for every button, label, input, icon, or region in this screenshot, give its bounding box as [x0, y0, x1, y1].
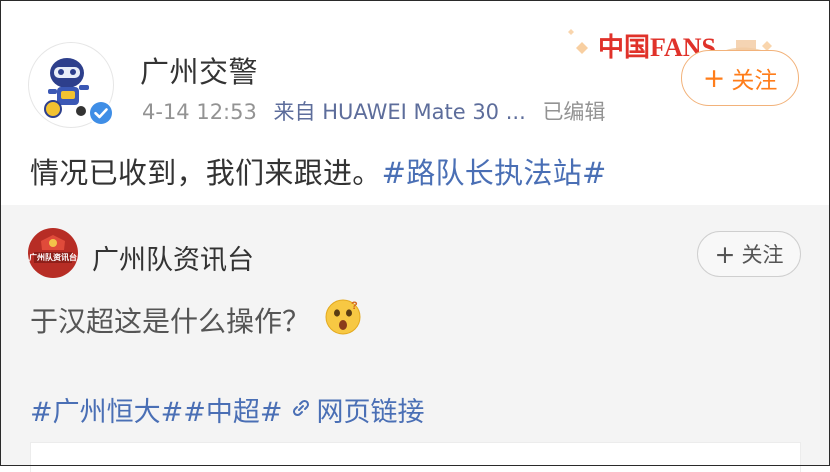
plus-icon: +	[714, 239, 736, 269]
repost-avatar[interactable]: 广州队资讯台	[28, 228, 78, 278]
follow-button[interactable]: + 关注	[681, 50, 799, 106]
repost-tags: #广州恒大##中超# 网页链接	[30, 390, 425, 429]
surprised-emoji-icon: ?	[324, 298, 362, 343]
link-icon	[289, 396, 313, 427]
repost-text: 于汉超这是什么操作？	[30, 305, 311, 338]
post-meta: 4-14 12:53 来自 HUAWEI Mate 30 ... 已编辑	[142, 96, 605, 126]
repost-follow-label: 关注	[741, 243, 784, 267]
link-preview-card[interactable]	[30, 442, 801, 472]
verified-badge-icon	[90, 102, 112, 124]
post-text: 情况已收到，我们来跟进。	[30, 156, 382, 190]
topic-link-hengda[interactable]: #广州恒大#	[30, 397, 183, 428]
plus-icon: +	[702, 62, 726, 94]
topic-link[interactable]: #路队长执法站#	[382, 156, 607, 190]
repost-author-name[interactable]: 广州队资讯台	[92, 238, 254, 277]
edited-label: 已编辑	[542, 100, 606, 124]
avatar-text: 广州队资讯台	[29, 253, 77, 262]
svg-text:?: ?	[351, 300, 358, 312]
verified-badge	[88, 100, 114, 126]
topic-link-csl[interactable]: #中超#	[183, 397, 282, 428]
weibo-post: 广州交警 4-14 12:53 来自 HUAWEI Mate 30 ... 已编…	[0, 0, 830, 205]
web-link[interactable]: 网页链接	[317, 397, 425, 428]
post-body: 情况已收到，我们来跟进。#路队长执法站#	[30, 150, 607, 192]
repost-body: 于汉超这是什么操作？ ?	[30, 298, 362, 343]
repost-follow-button[interactable]: + 关注	[697, 231, 801, 277]
follow-label: 关注	[731, 68, 778, 94]
post-time: 4-14 12:53	[142, 100, 257, 124]
post-source[interactable]: 来自 HUAWEI Mate 30 ...	[274, 100, 526, 124]
post-author-name[interactable]: 广州交警	[140, 49, 258, 91]
